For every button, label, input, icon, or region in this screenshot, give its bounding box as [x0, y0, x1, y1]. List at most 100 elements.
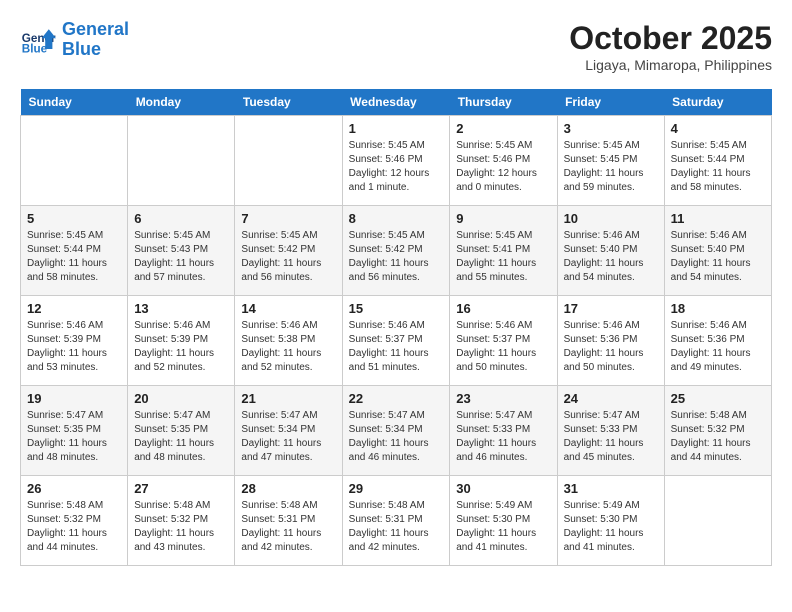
calendar-week-row: 19 Sunrise: 5:47 AM Sunset: 5:35 PM Dayli…	[21, 386, 772, 476]
calendar-week-row: 26 Sunrise: 5:48 AM Sunset: 5:32 PM Dayli…	[21, 476, 772, 566]
day-info: Sunrise: 5:46 AM Sunset: 5:37 PM Dayligh…	[456, 319, 550, 375]
day-number: 26	[27, 481, 121, 496]
day-info: Sunrise: 5:45 AM Sunset: 5:46 PM Dayligh…	[456, 139, 550, 195]
day-info: Sunrise: 5:46 AM Sunset: 5:36 PM Dayligh…	[564, 319, 658, 375]
day-number: 20	[134, 391, 228, 406]
day-info: Sunrise: 5:45 AM Sunset: 5:44 PM Dayligh…	[27, 229, 121, 285]
day-header-tuesday: Tuesday	[235, 89, 342, 116]
day-info: Sunrise: 5:46 AM Sunset: 5:40 PM Dayligh…	[564, 229, 658, 285]
day-number: 16	[456, 301, 550, 316]
logo-icon: General Blue	[20, 22, 56, 58]
day-info: Sunrise: 5:48 AM Sunset: 5:32 PM Dayligh…	[134, 499, 228, 555]
day-info: Sunrise: 5:47 AM Sunset: 5:34 PM Dayligh…	[349, 409, 444, 465]
logo-line2: Blue	[62, 39, 101, 59]
calendar-cell: 3 Sunrise: 5:45 AM Sunset: 5:45 PM Daylig…	[557, 116, 664, 206]
location: Ligaya, Mimaropa, Philippines	[569, 57, 772, 73]
calendar-cell: 28Sunrise: 5:48 AM Sunset: 5:31 PM Dayli…	[235, 476, 342, 566]
day-header-monday: Monday	[128, 89, 235, 116]
calendar-cell: 21 Sunrise: 5:47 AM Sunset: 5:34 PM Dayli…	[235, 386, 342, 476]
day-info: Sunrise: 5:47 AM Sunset: 5:35 PM Dayligh…	[134, 409, 228, 465]
calendar-cell: 2 Sunrise: 5:45 AM Sunset: 5:46 PM Daylig…	[450, 116, 557, 206]
month-title: October 2025	[569, 20, 772, 57]
day-info: Sunrise: 5:45 AM Sunset: 5:46 PM Dayligh…	[349, 139, 444, 195]
day-number: 29	[349, 481, 444, 496]
day-number: 1	[349, 121, 444, 136]
calendar-week-row: 12 Sunrise: 5:46 AM Sunset: 5:39 PM Dayli…	[21, 296, 772, 386]
calendar-cell: 11 Sunrise: 5:46 AM Sunset: 5:40 PM Dayli…	[664, 206, 771, 296]
day-number: 4	[671, 121, 765, 136]
day-info: Sunrise: 5:46 AM Sunset: 5:39 PM Dayligh…	[27, 319, 121, 375]
calendar-cell	[21, 116, 128, 206]
calendar-cell: 7 Sunrise: 5:45 AM Sunset: 5:42 PM Daylig…	[235, 206, 342, 296]
day-number: 3	[564, 121, 658, 136]
calendar-cell: 13 Sunrise: 5:46 AM Sunset: 5:39 PM Dayli…	[128, 296, 235, 386]
day-info: Sunrise: 5:46 AM Sunset: 5:40 PM Dayligh…	[671, 229, 765, 285]
day-number: 15	[349, 301, 444, 316]
day-number: 28	[241, 481, 335, 496]
calendar-cell: 23Sunrise: 5:47 AM Sunset: 5:33 PM Dayli…	[450, 386, 557, 476]
svg-text:Blue: Blue	[22, 42, 48, 55]
day-number: 7	[241, 211, 335, 226]
calendar-cell	[128, 116, 235, 206]
calendar-week-row: 5 Sunrise: 5:45 AM Sunset: 5:44 PM Daylig…	[21, 206, 772, 296]
day-number: 8	[349, 211, 444, 226]
day-number: 14	[241, 301, 335, 316]
day-number: 24	[564, 391, 658, 406]
day-header-sunday: Sunday	[21, 89, 128, 116]
day-number: 21	[241, 391, 335, 406]
day-info: Sunrise: 5:45 AM Sunset: 5:45 PM Dayligh…	[564, 139, 658, 195]
day-info: Sunrise: 5:48 AM Sunset: 5:32 PM Dayligh…	[671, 409, 765, 465]
day-info: Sunrise: 5:48 AM Sunset: 5:31 PM Dayligh…	[349, 499, 444, 555]
day-header-friday: Friday	[557, 89, 664, 116]
logo-text: General Blue	[62, 20, 129, 60]
day-number: 19	[27, 391, 121, 406]
calendar-cell	[664, 476, 771, 566]
calendar-cell: 24Sunrise: 5:47 AM Sunset: 5:33 PM Dayli…	[557, 386, 664, 476]
day-header-thursday: Thursday	[450, 89, 557, 116]
day-number: 31	[564, 481, 658, 496]
day-info: Sunrise: 5:46 AM Sunset: 5:38 PM Dayligh…	[241, 319, 335, 375]
day-number: 6	[134, 211, 228, 226]
day-number: 27	[134, 481, 228, 496]
day-number: 2	[456, 121, 550, 136]
day-info: Sunrise: 5:46 AM Sunset: 5:39 PM Dayligh…	[134, 319, 228, 375]
day-info: Sunrise: 5:45 AM Sunset: 5:42 PM Dayligh…	[349, 229, 444, 285]
calendar-cell: 6Sunrise: 5:45 AM Sunset: 5:43 PM Daylig…	[128, 206, 235, 296]
day-number: 25	[671, 391, 765, 406]
calendar-cell: 10 Sunrise: 5:46 AM Sunset: 5:40 PM Dayli…	[557, 206, 664, 296]
calendar-cell: 4 Sunrise: 5:45 AM Sunset: 5:44 PM Daylig…	[664, 116, 771, 206]
calendar-cell	[235, 116, 342, 206]
day-info: Sunrise: 5:49 AM Sunset: 5:30 PM Dayligh…	[564, 499, 658, 555]
calendar-cell: 25 Sunrise: 5:48 AM Sunset: 5:32 PM Dayli…	[664, 386, 771, 476]
day-number: 12	[27, 301, 121, 316]
calendar-cell: 17 Sunrise: 5:46 AM Sunset: 5:36 PM Dayli…	[557, 296, 664, 386]
calendar-cell: 30Sunrise: 5:49 AM Sunset: 5:30 PM Dayli…	[450, 476, 557, 566]
day-number: 18	[671, 301, 765, 316]
day-info: Sunrise: 5:47 AM Sunset: 5:34 PM Dayligh…	[241, 409, 335, 465]
day-number: 10	[564, 211, 658, 226]
calendar-cell: 1 Sunrise: 5:45 AM Sunset: 5:46 PM Daylig…	[342, 116, 450, 206]
day-number: 13	[134, 301, 228, 316]
calendar-cell: 29 Sunrise: 5:48 AM Sunset: 5:31 PM Dayli…	[342, 476, 450, 566]
calendar-cell: 5 Sunrise: 5:45 AM Sunset: 5:44 PM Daylig…	[21, 206, 128, 296]
day-number: 22	[349, 391, 444, 406]
calendar-cell: 18 Sunrise: 5:46 AM Sunset: 5:36 PM Dayli…	[664, 296, 771, 386]
calendar-cell: 14 Sunrise: 5:46 AM Sunset: 5:38 PM Dayli…	[235, 296, 342, 386]
calendar-week-row: 1 Sunrise: 5:45 AM Sunset: 5:46 PM Daylig…	[21, 116, 772, 206]
day-number: 17	[564, 301, 658, 316]
day-info: Sunrise: 5:45 AM Sunset: 5:42 PM Dayligh…	[241, 229, 335, 285]
day-info: Sunrise: 5:45 AM Sunset: 5:44 PM Dayligh…	[671, 139, 765, 195]
day-info: Sunrise: 5:45 AM Sunset: 5:41 PM Dayligh…	[456, 229, 550, 285]
calendar-cell: 26Sunrise: 5:48 AM Sunset: 5:32 PM Dayli…	[21, 476, 128, 566]
day-number: 5	[27, 211, 121, 226]
calendar-cell: 15Sunrise: 5:46 AM Sunset: 5:37 PM Dayli…	[342, 296, 450, 386]
calendar-header-row: SundayMondayTuesdayWednesdayThursdayFrid…	[21, 89, 772, 116]
day-number: 9	[456, 211, 550, 226]
day-number: 23	[456, 391, 550, 406]
day-number: 11	[671, 211, 765, 226]
calendar-cell: 20 Sunrise: 5:47 AM Sunset: 5:35 PM Dayli…	[128, 386, 235, 476]
calendar-cell: 22 Sunrise: 5:47 AM Sunset: 5:34 PM Dayli…	[342, 386, 450, 476]
page-header: General Blue General Blue October 2025 L…	[20, 20, 772, 73]
day-info: Sunrise: 5:46 AM Sunset: 5:36 PM Dayligh…	[671, 319, 765, 375]
calendar-cell: 9 Sunrise: 5:45 AM Sunset: 5:41 PM Daylig…	[450, 206, 557, 296]
